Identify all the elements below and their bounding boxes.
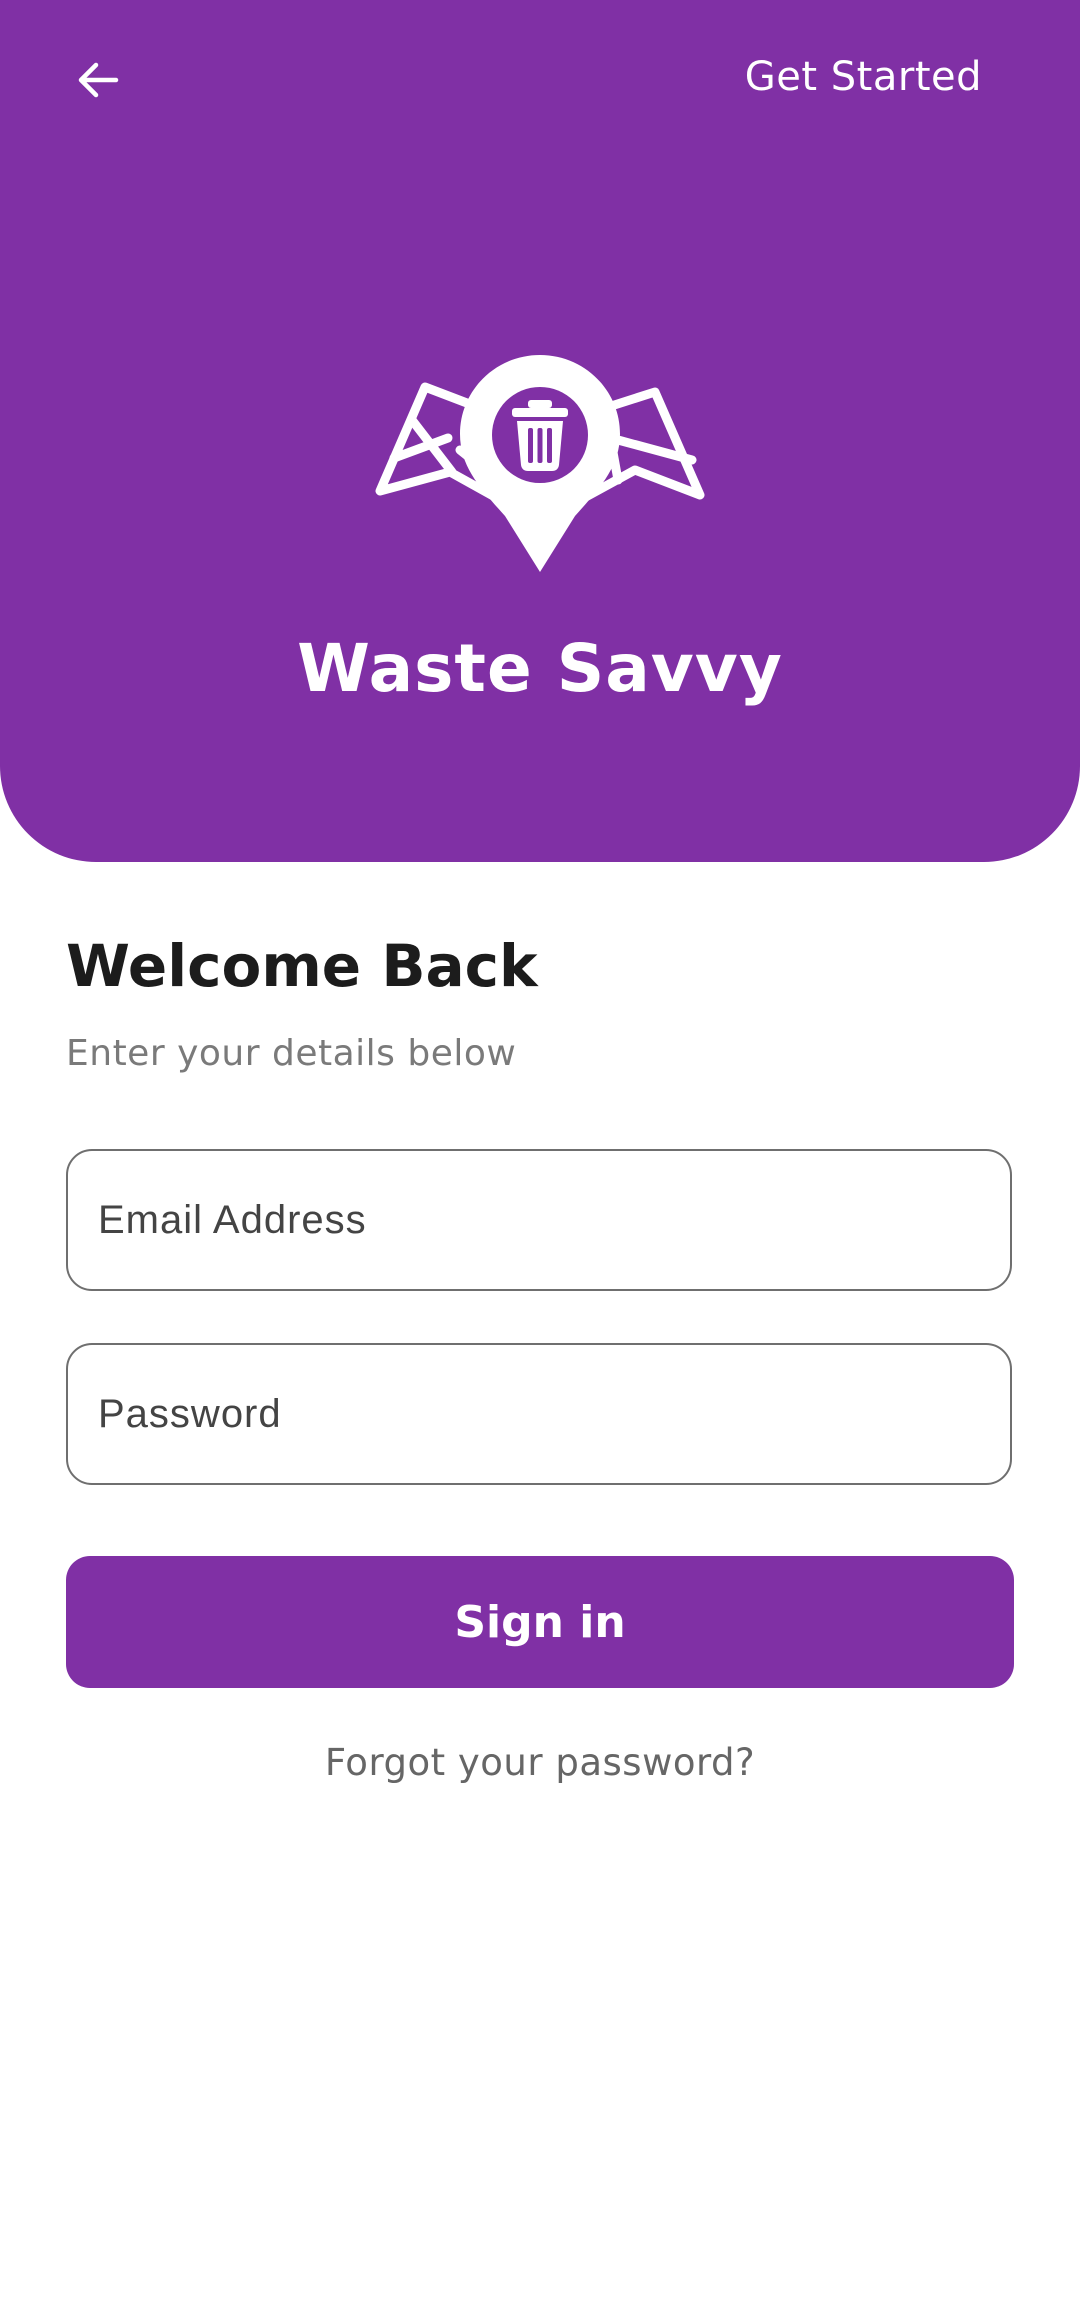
map-pin-trash-icon — [375, 355, 705, 572]
password-field-container — [66, 1343, 1012, 1485]
email-field[interactable] — [68, 1151, 1010, 1289]
arrow-left-icon — [78, 62, 119, 98]
sign-in-button[interactable]: Sign in — [66, 1556, 1014, 1688]
email-field-container — [66, 1149, 1012, 1291]
back-button[interactable] — [58, 40, 138, 120]
brand-name: Waste Savvy — [297, 630, 783, 707]
password-field[interactable] — [68, 1345, 1010, 1483]
login-screen: Get Started Waste Savvy Welcome Back Ent… — [0, 0, 1080, 2319]
page-title: Welcome Back — [66, 932, 538, 1000]
forgot-password-link[interactable]: Forgot your password? — [0, 1741, 1080, 1784]
hero-banner: Get Started Waste Savvy — [0, 0, 1080, 862]
page-subtitle: Enter your details below — [66, 1033, 517, 1074]
get-started-link[interactable]: Get Started — [745, 54, 982, 100]
